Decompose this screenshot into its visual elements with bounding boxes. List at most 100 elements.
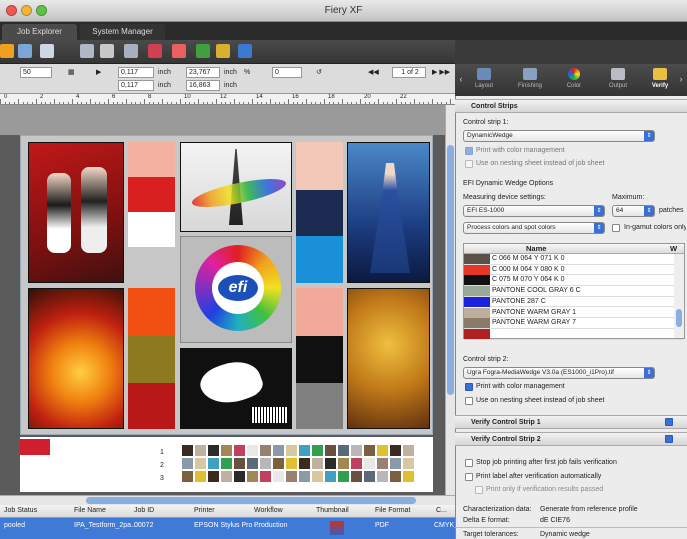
wedge-patch <box>403 471 414 482</box>
table-row[interactable]: PANTONE COOL GRAY 6 C <box>464 286 684 297</box>
open-folder-icon[interactable] <box>18 44 32 58</box>
checkmark-icon[interactable] <box>196 44 210 58</box>
col-file-format[interactable]: File Format <box>375 507 410 514</box>
nesting-1-checkbox[interactable] <box>465 160 473 168</box>
pointer-icon[interactable]: ▶ <box>96 68 101 76</box>
nesting-2-checkbox[interactable] <box>465 397 473 405</box>
zoom-field[interactable]: 50 <box>20 67 52 78</box>
strip2-select[interactable]: Ugra Fogra-MediaWedge V3.0a (ES1000_i1Pr… <box>463 367 655 379</box>
efi-logo: efi <box>218 275 258 301</box>
measuring-label: Measuring device settings: <box>463 194 546 201</box>
verify-strip2-header[interactable]: Verify Control Strip 2 <box>455 432 687 446</box>
strip1-select[interactable]: DynamicWedge ⇕ <box>463 130 655 142</box>
table-row[interactable]: C 066 M 064 Y 071 K 0 <box>464 254 684 265</box>
chevron-down-icon: ⇕ <box>644 206 654 216</box>
spot-color-table[interactable]: Name W C 066 M 064 Y 071 K 0 C 000 M 064 … <box>463 243 685 340</box>
x-offset-field[interactable]: 0,117 <box>118 67 154 78</box>
strip1-label: Control strip 1: <box>463 119 509 126</box>
wedge-patch <box>299 445 310 456</box>
refresh-icon[interactable]: ↺ <box>316 68 322 76</box>
strip2-label: Control strip 2: <box>463 356 509 363</box>
save-icon[interactable] <box>40 44 54 58</box>
verify-strip2-checkbox[interactable] <box>665 435 673 443</box>
tab-system-manager[interactable]: System Manager <box>80 24 165 40</box>
color-name: PANTONE WARM GRAY 1 <box>492 308 577 316</box>
layout-canvas[interactable]: efi 1 2 3 <box>0 105 445 495</box>
tab-output[interactable]: Output <box>603 66 633 94</box>
tab-finishing[interactable]: Finishing <box>515 66 545 94</box>
col-file-name[interactable]: File Name <box>74 507 106 514</box>
canvas-vertical-scrollbar[interactable] <box>445 105 455 495</box>
table-row[interactable]: PANTONE WARM GRAY 1 <box>464 307 684 319</box>
wedge-patch <box>208 458 219 469</box>
align-icon[interactable]: ▦ <box>68 68 75 76</box>
width-field[interactable]: 23,767 <box>186 67 220 78</box>
col-color[interactable]: C... <box>436 507 447 514</box>
control-strips-header[interactable]: Control Strips <box>455 99 687 113</box>
table-row[interactable]: pooled IPA_Testform_2pa... 00072 EPSON S… <box>0 518 455 539</box>
table-row[interactable] <box>464 328 684 340</box>
table-row[interactable]: PANTONE WARM GRAY 7 <box>464 318 684 329</box>
ruler-tick-label: 8 <box>148 94 152 100</box>
tabs-scroll-left-icon[interactable]: ‹ <box>457 74 465 102</box>
height-field[interactable]: 16,863 <box>186 80 220 91</box>
wedge-patch <box>260 471 271 482</box>
col-thumbnail[interactable]: Thumbnail <box>316 507 349 514</box>
table-row[interactable]: C 000 M 064 Y 080 K 0 <box>464 264 684 276</box>
wedge-patch <box>351 458 362 469</box>
tabs-scroll-right-icon[interactable]: › <box>677 74 685 102</box>
cut-sheet-icon[interactable] <box>100 44 114 58</box>
new-job-icon[interactable] <box>0 44 14 58</box>
wedge-patch <box>221 471 232 482</box>
table-row[interactable]: C 075 M 070 Y 064 K 0 <box>464 275 684 287</box>
col-job-status[interactable]: Job Status <box>4 507 37 514</box>
tab-color[interactable]: Color <box>559 66 589 94</box>
export-icon[interactable] <box>238 44 252 58</box>
verify-strip1-header[interactable]: Verify Control Strip 1 <box>455 415 687 429</box>
color-wheel-icon[interactable] <box>172 44 186 58</box>
verify-strip1-checkbox[interactable] <box>665 418 673 426</box>
color-table-scroll-thumb[interactable] <box>676 309 682 327</box>
print-label-checkbox[interactable] <box>465 473 473 481</box>
rotation-field[interactable]: 0 <box>272 67 302 78</box>
tab-job-explorer[interactable]: Job Explorer <box>2 24 77 40</box>
wedge-patch <box>286 458 297 469</box>
canvas-horizontal-scrollbar[interactable] <box>0 495 455 505</box>
delete-icon[interactable] <box>148 44 162 58</box>
vertical-scroll-thumb[interactable] <box>447 145 454 395</box>
col-printer[interactable]: Printer <box>194 507 215 514</box>
printer-icon[interactable] <box>124 44 138 58</box>
horizontal-scroll-thumb[interactable] <box>86 497 416 504</box>
swatch-cyan <box>296 236 343 283</box>
print-icon[interactable] <box>80 44 94 58</box>
color-table-scrollbar[interactable] <box>674 254 684 338</box>
finishing-icon <box>523 68 537 80</box>
print-cm-1-checkbox[interactable] <box>465 147 473 155</box>
color-name: C 000 M 064 Y 080 K 0 <box>492 265 565 273</box>
tab-verify[interactable]: Verify <box>645 66 675 94</box>
print-only-checkbox[interactable] <box>475 486 483 494</box>
property-bar: 50 ▦ ▶ 0,117 inch 0,117 inch 23,767 inch… <box>0 64 455 94</box>
first-page-icon[interactable]: ◀◀ <box>368 68 379 76</box>
stop-job-checkbox[interactable] <box>465 459 473 467</box>
color-table-header: Name W <box>464 244 684 254</box>
col-job-id[interactable]: Job ID <box>134 507 154 514</box>
edit-icon[interactable] <box>216 44 230 58</box>
print-sheet[interactable]: efi <box>20 135 433 435</box>
wedge-patch <box>195 471 206 482</box>
ruler-tick-label: 12 <box>220 94 227 100</box>
tab-layout[interactable]: Layout <box>469 66 499 94</box>
next-page-icon[interactable]: ▶ ▶▶ <box>432 68 450 76</box>
swatch-peach <box>128 142 175 177</box>
maximum-select[interactable]: 64 ⇕ <box>612 205 655 217</box>
print-cm-2-checkbox[interactable] <box>465 383 473 391</box>
format-cell: PDF <box>375 522 389 529</box>
col-workflow[interactable]: Workflow <box>254 507 283 514</box>
y-offset-field[interactable]: 0,117 <box>118 80 154 91</box>
in-gamut-checkbox[interactable] <box>612 224 620 232</box>
table-row[interactable]: PANTONE 287 C <box>464 296 684 308</box>
ruler-tick-label: 6 <box>112 94 116 100</box>
process-select[interactable]: Process colors and spot colors ⇕ <box>463 222 605 234</box>
swatch-gray <box>128 247 175 283</box>
measuring-select[interactable]: EFI ES-1000 ⇕ <box>463 205 605 217</box>
